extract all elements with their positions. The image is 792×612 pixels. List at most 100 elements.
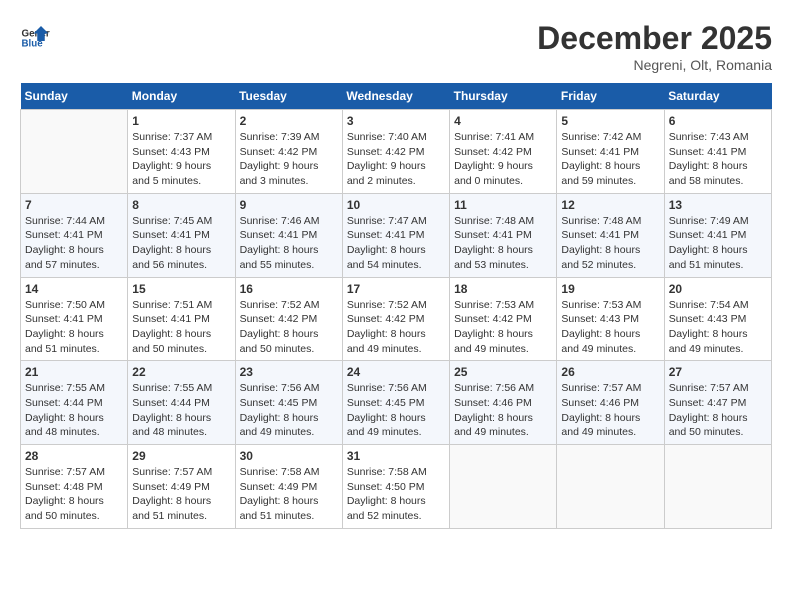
weekday-header: Wednesday (342, 83, 449, 110)
cell-info: Sunrise: 7:55 AM Sunset: 4:44 PM Dayligh… (25, 381, 123, 440)
calendar-cell: 6 Sunrise: 7:43 AM Sunset: 4:41 PM Daylig… (664, 110, 771, 194)
calendar-cell: 25 Sunrise: 7:56 AM Sunset: 4:46 PM Dayli… (450, 361, 557, 445)
day-number: 25 (454, 365, 552, 379)
day-number: 4 (454, 114, 552, 128)
cell-info: Sunrise: 7:56 AM Sunset: 4:45 PM Dayligh… (347, 381, 445, 440)
calendar-week-row: 28 Sunrise: 7:57 AM Sunset: 4:48 PM Dayli… (21, 445, 772, 529)
weekday-header: Saturday (664, 83, 771, 110)
cell-info: Sunrise: 7:56 AM Sunset: 4:46 PM Dayligh… (454, 381, 552, 440)
cell-info: Sunrise: 7:57 AM Sunset: 4:47 PM Dayligh… (669, 381, 767, 440)
day-number: 12 (561, 198, 659, 212)
cell-info: Sunrise: 7:40 AM Sunset: 4:42 PM Dayligh… (347, 130, 445, 189)
day-number: 14 (25, 282, 123, 296)
cell-info: Sunrise: 7:41 AM Sunset: 4:42 PM Dayligh… (454, 130, 552, 189)
calendar-cell (450, 445, 557, 529)
day-number: 5 (561, 114, 659, 128)
cell-info: Sunrise: 7:56 AM Sunset: 4:45 PM Dayligh… (240, 381, 338, 440)
calendar-cell: 23Sunrise: 7:56 AM Sunset: 4:45 PM Dayli… (235, 361, 342, 445)
cell-info: Sunrise: 7:51 AM Sunset: 4:41 PM Dayligh… (132, 298, 230, 357)
day-number: 26 (561, 365, 659, 379)
cell-info: Sunrise: 7:57 AM Sunset: 4:46 PM Dayligh… (561, 381, 659, 440)
day-number: 6 (669, 114, 767, 128)
cell-info: Sunrise: 7:48 AM Sunset: 4:41 PM Dayligh… (561, 214, 659, 273)
cell-info: Sunrise: 7:50 AM Sunset: 4:41 PM Dayligh… (25, 298, 123, 357)
cell-info: Sunrise: 7:58 AM Sunset: 4:49 PM Dayligh… (240, 465, 338, 524)
calendar-cell: 29 Sunrise: 7:57 AM Sunset: 4:49 PM Dayli… (128, 445, 235, 529)
cell-info: Sunrise: 7:43 AM Sunset: 4:41 PM Dayligh… (669, 130, 767, 189)
day-number: 28 (25, 449, 123, 463)
calendar-cell: 18Sunrise: 7:53 AM Sunset: 4:42 PM Dayli… (450, 277, 557, 361)
day-number: 16 (240, 282, 338, 296)
calendar-body: 1Sunrise: 7:37 AM Sunset: 4:43 PM Daylig… (21, 110, 772, 529)
calendar-week-row: 1Sunrise: 7:37 AM Sunset: 4:43 PM Daylig… (21, 110, 772, 194)
calendar-cell: 4 Sunrise: 7:41 AM Sunset: 4:42 PM Daylig… (450, 110, 557, 194)
calendar-cell: 22 Sunrise: 7:55 AM Sunset: 4:44 PM Dayli… (128, 361, 235, 445)
month-title: December 2025 (537, 20, 772, 57)
calendar-cell: 27 Sunrise: 7:57 AM Sunset: 4:47 PM Dayli… (664, 361, 771, 445)
day-number: 1 (132, 114, 230, 128)
day-number: 13 (669, 198, 767, 212)
calendar-cell: 10 Sunrise: 7:47 AM Sunset: 4:41 PM Dayli… (342, 193, 449, 277)
day-number: 27 (669, 365, 767, 379)
calendar-cell: 15Sunrise: 7:51 AM Sunset: 4:41 PM Dayli… (128, 277, 235, 361)
calendar-cell: 28 Sunrise: 7:57 AM Sunset: 4:48 PM Dayli… (21, 445, 128, 529)
day-number: 31 (347, 449, 445, 463)
day-number: 22 (132, 365, 230, 379)
logo-icon: General Blue (20, 20, 50, 50)
cell-info: Sunrise: 7:39 AM Sunset: 4:42 PM Dayligh… (240, 130, 338, 189)
weekday-header: Friday (557, 83, 664, 110)
calendar-cell (21, 110, 128, 194)
calendar-cell: 24 Sunrise: 7:56 AM Sunset: 4:45 PM Dayli… (342, 361, 449, 445)
calendar-cell: 19 Sunrise: 7:53 AM Sunset: 4:43 PM Dayli… (557, 277, 664, 361)
calendar-header: SundayMondayTuesdayWednesdayThursdayFrid… (21, 83, 772, 110)
calendar-cell: 20 Sunrise: 7:54 AM Sunset: 4:43 PM Dayli… (664, 277, 771, 361)
cell-info: Sunrise: 7:44 AM Sunset: 4:41 PM Dayligh… (25, 214, 123, 273)
page-header: General Blue December 2025 Negreni, Olt,… (20, 20, 772, 73)
calendar-cell: 1Sunrise: 7:37 AM Sunset: 4:43 PM Daylig… (128, 110, 235, 194)
day-number: 24 (347, 365, 445, 379)
day-number: 3 (347, 114, 445, 128)
weekday-header: Monday (128, 83, 235, 110)
day-number: 29 (132, 449, 230, 463)
cell-info: Sunrise: 7:52 AM Sunset: 4:42 PM Dayligh… (347, 298, 445, 357)
calendar-cell: 9Sunrise: 7:46 AM Sunset: 4:41 PM Daylig… (235, 193, 342, 277)
cell-info: Sunrise: 7:57 AM Sunset: 4:49 PM Dayligh… (132, 465, 230, 524)
weekday-row: SundayMondayTuesdayWednesdayThursdayFrid… (21, 83, 772, 110)
calendar-week-row: 7Sunrise: 7:44 AM Sunset: 4:41 PM Daylig… (21, 193, 772, 277)
cell-info: Sunrise: 7:55 AM Sunset: 4:44 PM Dayligh… (132, 381, 230, 440)
weekday-header: Sunday (21, 83, 128, 110)
cell-info: Sunrise: 7:48 AM Sunset: 4:41 PM Dayligh… (454, 214, 552, 273)
weekday-header: Thursday (450, 83, 557, 110)
day-number: 19 (561, 282, 659, 296)
calendar-cell: 21 Sunrise: 7:55 AM Sunset: 4:44 PM Dayli… (21, 361, 128, 445)
day-number: 30 (240, 449, 338, 463)
calendar-cell: 14 Sunrise: 7:50 AM Sunset: 4:41 PM Dayli… (21, 277, 128, 361)
calendar-cell: 5 Sunrise: 7:42 AM Sunset: 4:41 PM Daylig… (557, 110, 664, 194)
cell-info: Sunrise: 7:57 AM Sunset: 4:48 PM Dayligh… (25, 465, 123, 524)
location: Negreni, Olt, Romania (537, 57, 772, 73)
calendar-week-row: 21 Sunrise: 7:55 AM Sunset: 4:44 PM Dayli… (21, 361, 772, 445)
title-block: December 2025 Negreni, Olt, Romania (537, 20, 772, 73)
calendar-cell: 16 Sunrise: 7:52 AM Sunset: 4:42 PM Dayli… (235, 277, 342, 361)
cell-info: Sunrise: 7:58 AM Sunset: 4:50 PM Dayligh… (347, 465, 445, 524)
cell-info: Sunrise: 7:53 AM Sunset: 4:43 PM Dayligh… (561, 298, 659, 357)
day-number: 18 (454, 282, 552, 296)
cell-info: Sunrise: 7:54 AM Sunset: 4:43 PM Dayligh… (669, 298, 767, 357)
cell-info: Sunrise: 7:47 AM Sunset: 4:41 PM Dayligh… (347, 214, 445, 273)
calendar-cell: 11Sunrise: 7:48 AM Sunset: 4:41 PM Dayli… (450, 193, 557, 277)
day-number: 10 (347, 198, 445, 212)
cell-info: Sunrise: 7:42 AM Sunset: 4:41 PM Dayligh… (561, 130, 659, 189)
calendar-cell: 2 Sunrise: 7:39 AM Sunset: 4:42 PM Daylig… (235, 110, 342, 194)
calendar-cell: 12 Sunrise: 7:48 AM Sunset: 4:41 PM Dayli… (557, 193, 664, 277)
day-number: 21 (25, 365, 123, 379)
day-number: 20 (669, 282, 767, 296)
calendar-week-row: 14 Sunrise: 7:50 AM Sunset: 4:41 PM Dayli… (21, 277, 772, 361)
day-number: 17 (347, 282, 445, 296)
calendar-cell: 7Sunrise: 7:44 AM Sunset: 4:41 PM Daylig… (21, 193, 128, 277)
calendar-cell: 17 Sunrise: 7:52 AM Sunset: 4:42 PM Dayli… (342, 277, 449, 361)
cell-info: Sunrise: 7:49 AM Sunset: 4:41 PM Dayligh… (669, 214, 767, 273)
day-number: 8 (132, 198, 230, 212)
calendar-cell: 30 Sunrise: 7:58 AM Sunset: 4:49 PM Dayli… (235, 445, 342, 529)
cell-info: Sunrise: 7:52 AM Sunset: 4:42 PM Dayligh… (240, 298, 338, 357)
day-number: 2 (240, 114, 338, 128)
